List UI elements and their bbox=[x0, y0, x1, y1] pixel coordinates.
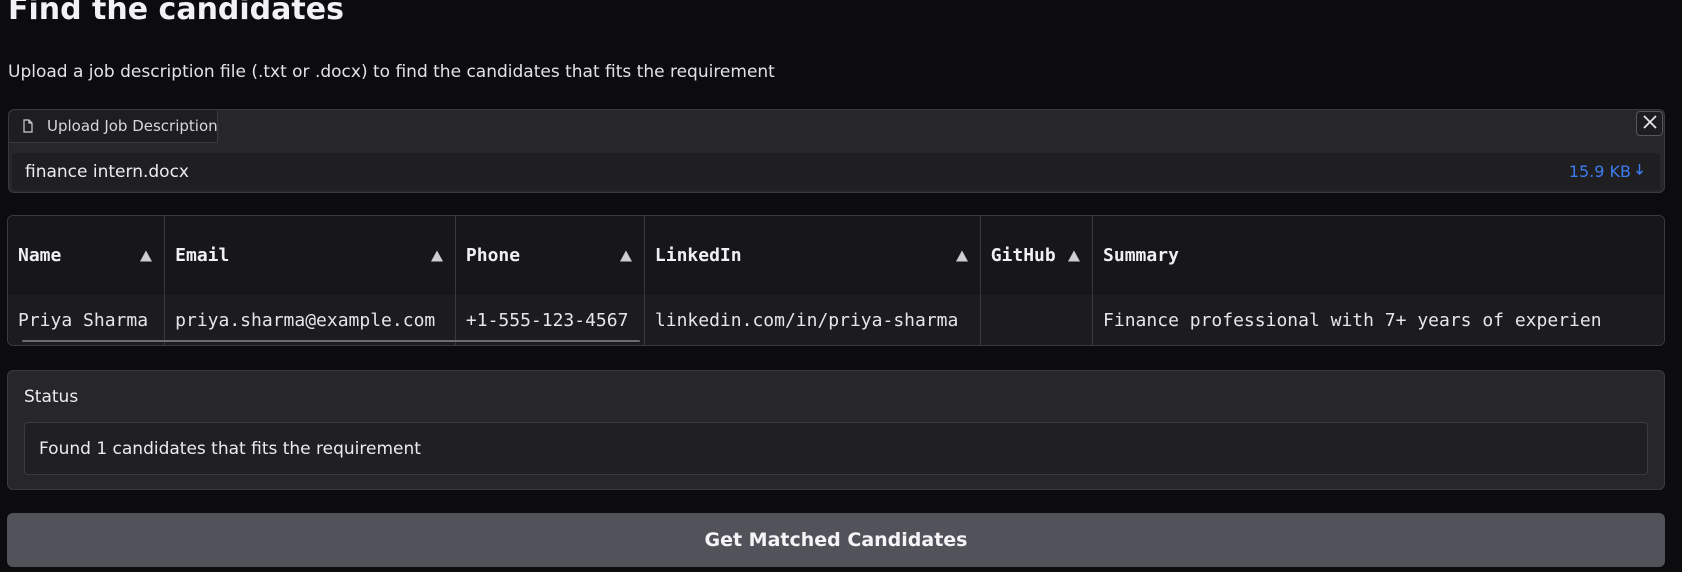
uploaded-file-row: finance intern.docx 15.9 KB bbox=[12, 153, 1660, 190]
column-header-name[interactable]: Name bbox=[8, 216, 166, 295]
close-icon bbox=[1642, 114, 1657, 133]
cell-linkedin[interactable]: linkedin.com/in/priya-sharma bbox=[644, 295, 981, 345]
horizontal-scrollbar[interactable] bbox=[22, 340, 640, 342]
page: Find the candidates Upload a job descrip… bbox=[0, 0, 1682, 572]
status-textbox[interactable]: Found 1 candidates that fits the require… bbox=[24, 422, 1648, 475]
cell-phone[interactable]: +1-555-123-4567 bbox=[455, 295, 645, 345]
get-matched-candidates-button[interactable]: Get Matched Candidates bbox=[7, 513, 1665, 567]
upload-job-description-tab[interactable]: Upload Job Description bbox=[9, 110, 218, 143]
status-panel: Status Found 1 candidates that fits the … bbox=[7, 370, 1665, 490]
status-label: Status bbox=[24, 387, 79, 407]
column-header-linkedin[interactable]: LinkedIn bbox=[644, 216, 981, 295]
candidates-table: Name Email Phone LinkedIn GitHub Summary… bbox=[7, 215, 1665, 346]
sort-icon bbox=[430, 250, 443, 261]
file-upload-panel: Upload Job Description finance intern.do… bbox=[8, 109, 1665, 193]
upload-tab-label: Upload Job Description bbox=[47, 117, 218, 135]
sort-icon bbox=[1068, 250, 1081, 261]
cell-github[interactable] bbox=[980, 295, 1094, 345]
column-header-summary[interactable]: Summary bbox=[1092, 216, 1664, 295]
download-icon bbox=[1635, 162, 1644, 181]
uploaded-file-name: finance intern.docx bbox=[25, 161, 189, 182]
sort-icon bbox=[619, 250, 632, 261]
column-header-github[interactable]: GitHub bbox=[980, 216, 1094, 295]
clear-file-button[interactable] bbox=[1636, 111, 1663, 136]
file-icon bbox=[21, 119, 35, 133]
column-header-email[interactable]: Email bbox=[164, 216, 456, 295]
table-header-row: Name Email Phone LinkedIn GitHub Summary bbox=[8, 216, 1664, 295]
file-size: 15.9 KB bbox=[1568, 162, 1631, 181]
sort-icon bbox=[955, 250, 968, 261]
file-download-link[interactable]: 15.9 KB bbox=[1569, 162, 1644, 181]
sort-icon bbox=[140, 250, 153, 261]
cell-name[interactable]: Priya Sharma bbox=[8, 295, 166, 345]
cell-email[interactable]: priya.sharma@example.com bbox=[164, 295, 456, 345]
cell-summary[interactable]: Finance professional with 7+ years of ex… bbox=[1092, 295, 1664, 345]
table-row[interactable]: Priya Sharma priya.sharma@example.com +1… bbox=[8, 295, 1664, 345]
column-header-phone[interactable]: Phone bbox=[455, 216, 645, 295]
page-title: Find the candidates bbox=[8, 0, 344, 27]
page-description: Upload a job description file (.txt or .… bbox=[8, 62, 775, 82]
